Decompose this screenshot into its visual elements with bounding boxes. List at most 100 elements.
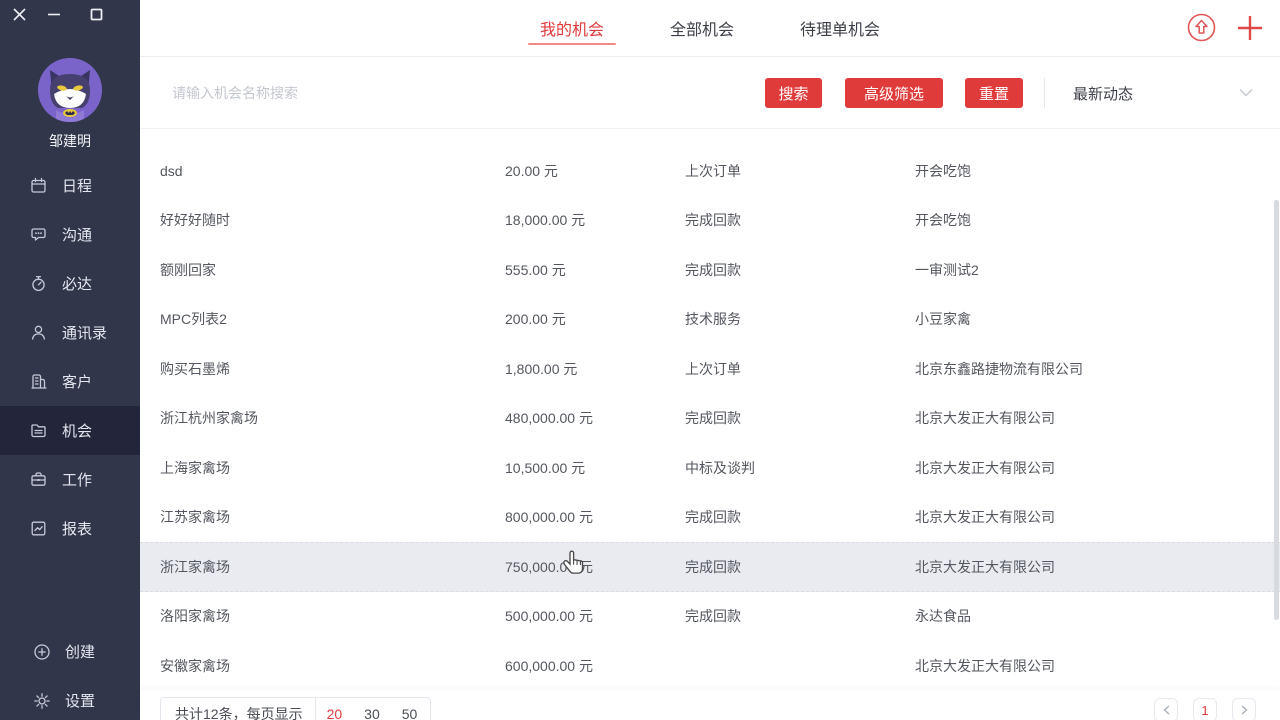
opportunity-amount: 200.00 元 xyxy=(505,309,675,329)
sidebar-item-设置[interactable]: 设置 xyxy=(0,676,140,720)
opportunity-amount: 500,000.00 元 xyxy=(505,606,675,626)
sidebar-item-报表[interactable]: 报表 xyxy=(0,504,140,553)
opportunity-amount: 800,000.00 元 xyxy=(505,507,675,527)
sidebar-menu: 日程沟通必达通讯录客户机会工作报表 xyxy=(0,161,140,553)
table-row[interactable]: MPC列表2200.00 元技术服务小豆家禽 xyxy=(140,295,1280,345)
upload-circle-icon[interactable] xyxy=(1187,13,1216,42)
opportunity-stage: 完成回款 xyxy=(685,507,900,527)
contacts-icon xyxy=(30,324,48,342)
opportunity-name: 好好好随时 xyxy=(160,210,490,230)
plus-icon[interactable] xyxy=(1236,14,1264,42)
opportunity-amount: 480,000.00 元 xyxy=(505,408,675,428)
plus-circle-icon xyxy=(33,643,51,661)
opportunity-name: 浙江家禽场 xyxy=(160,557,490,577)
tab-我的机会[interactable]: 我的机会 xyxy=(528,0,616,56)
search-input[interactable]: 请输入机会名称搜索 xyxy=(172,83,592,103)
opportunity-name: MPC列表2 xyxy=(160,309,490,329)
tab-bar: 我的机会全部机会待理单机会 xyxy=(528,0,892,56)
report-icon xyxy=(30,520,48,538)
opportunity-stage: 完成回款 xyxy=(685,606,900,626)
table-row[interactable]: 江苏家禽场800,000.00 元完成回款北京大发正大有限公司 xyxy=(140,493,1280,543)
filter-button-搜索[interactable]: 搜索 xyxy=(765,78,822,108)
current-page-button[interactable]: 1 xyxy=(1193,698,1217,720)
opportunity-customer: 北京大发正大有限公司 xyxy=(915,656,1265,676)
sidebar-item-label: 机会 xyxy=(62,420,92,441)
minimize-icon[interactable] xyxy=(46,6,62,22)
page-size-option-30[interactable]: 30 xyxy=(353,706,391,720)
table-row[interactable]: 安徽家禽场600,000.00 元北京大发正大有限公司 xyxy=(140,641,1280,691)
chevron-down-icon xyxy=(1239,84,1253,102)
filter-button-高级筛选[interactable]: 高级筛选 xyxy=(845,78,943,108)
table-row[interactable]: 上海家禽场 10,500.00 元中标及谈判北京大发正大有限公司 xyxy=(140,443,1280,493)
opportunity-name: 购买石墨烯 xyxy=(160,359,490,379)
sidebar-item-沟通[interactable]: 沟通 xyxy=(0,210,140,259)
opportunity-customer: 北京大发正大有限公司 xyxy=(915,408,1265,428)
opportunity-customer: 开会吃饱 xyxy=(915,210,1265,230)
table-row[interactable]: 浙江家禽场750,000.00 元完成回款北京大发正大有限公司 xyxy=(140,542,1280,592)
opportunity-amount: 18,000.00 元 xyxy=(505,210,675,230)
opportunity-stage: 完成回款 xyxy=(685,408,900,428)
opportunity-name: 浙江杭州家禽场 xyxy=(160,408,490,428)
table-row[interactable]: 购买石墨烯 1,800.00 元上次订单北京东鑫路捷物流有限公司 xyxy=(140,344,1280,394)
window-controls xyxy=(0,0,140,28)
opportunity-name: 额刚回家 xyxy=(160,260,490,280)
opportunity-name: dsd xyxy=(160,163,490,179)
gear-icon xyxy=(33,692,51,710)
table-row[interactable]: 额刚回家555.00 元完成回款一审测试2 xyxy=(140,245,1280,295)
opportunity-customer: 一审测试2 xyxy=(915,260,1265,280)
table-row[interactable]: 好好好随时18,000.00 元完成回款开会吃饱 xyxy=(140,196,1280,246)
user-name: 邹建明 xyxy=(0,131,140,151)
table-row[interactable]: dsd20.00 元上次订单开会吃饱 xyxy=(140,146,1280,196)
sidebar-item-必达[interactable]: 必达 xyxy=(0,259,140,308)
sidebar-item-机会[interactable]: 机会 xyxy=(0,406,140,455)
opportunity-amount: 555.00 元 xyxy=(505,260,675,280)
sidebar-item-工作[interactable]: 工作 xyxy=(0,455,140,504)
page-size-option-20[interactable]: 20 xyxy=(316,706,354,720)
sidebar-item-label: 日程 xyxy=(62,175,92,196)
opportunity-customer: 开会吃饱 xyxy=(915,161,1265,181)
opportunity-customer: 北京大发正大有限公司 xyxy=(915,458,1265,478)
next-page-button[interactable] xyxy=(1232,698,1256,720)
top-header: 我的机会全部机会待理单机会 xyxy=(140,0,1280,57)
page-size-option-50[interactable]: 50 xyxy=(391,706,429,720)
opportunity-stage: 上次订单 xyxy=(685,359,900,379)
batman-cat-avatar xyxy=(38,58,102,122)
opportunity-customer: 北京东鑫路捷物流有限公司 xyxy=(915,359,1265,379)
sidebar: 邹建明 日程沟通必达通讯录客户机会工作报表 创建设置 xyxy=(0,0,140,720)
table-row[interactable]: 浙江杭州家禽场 480,000.00 元完成回款北京大发正大有限公司 xyxy=(140,394,1280,444)
filter-buttons: 搜索高级筛选重置 xyxy=(765,78,1023,108)
opportunity-customer: 北京大发正大有限公司 xyxy=(915,507,1265,527)
briefcase-icon xyxy=(30,471,48,489)
page-size-options: 203050 xyxy=(316,706,429,720)
calendar-icon xyxy=(30,177,48,195)
sidebar-item-label: 必达 xyxy=(62,273,92,294)
tab-待理单机会[interactable]: 待理单机会 xyxy=(788,0,892,56)
customer-icon xyxy=(30,373,48,391)
sort-dropdown[interactable]: 最新动态 xyxy=(1073,83,1253,104)
sidebar-item-客户[interactable]: 客户 xyxy=(0,357,140,406)
opportunity-name: 上海家禽场 xyxy=(160,458,490,478)
sidebar-item-label: 通讯录 xyxy=(62,322,107,343)
table-row[interactable]: 洛阳家禽场500,000.00 元完成回款永达食品 xyxy=(140,592,1280,642)
pagination-bar: 共计12条，每页显示 203050 1 xyxy=(140,690,1280,720)
sidebar-item-日程[interactable]: 日程 xyxy=(0,161,140,210)
opportunity-stage: 中标及谈判 xyxy=(685,458,900,478)
close-icon[interactable] xyxy=(11,6,27,22)
sidebar-item-通讯录[interactable]: 通讯录 xyxy=(0,308,140,357)
chat-icon xyxy=(30,226,48,244)
divider xyxy=(1044,78,1045,108)
sidebar-item-label: 沟通 xyxy=(62,224,92,245)
opportunity-amount: 10,500.00 元 xyxy=(505,458,675,478)
filter-button-重置[interactable]: 重置 xyxy=(965,78,1023,108)
opportunity-name: 洛阳家禽场 xyxy=(160,606,490,626)
sidebar-item-创建[interactable]: 创建 xyxy=(0,627,140,676)
prev-page-button[interactable] xyxy=(1154,698,1178,720)
maximize-icon[interactable] xyxy=(88,6,104,22)
main-panel: 我的机会全部机会待理单机会 请输入机会名称搜索 搜索高级筛选重置 最新动态 xyxy=(140,0,1280,720)
opportunity-stage: 完成回款 xyxy=(685,557,900,577)
opportunity-customer: 北京大发正大有限公司 xyxy=(915,557,1265,577)
opportunity-icon xyxy=(30,422,48,440)
vertical-scrollbar[interactable] xyxy=(1274,200,1279,620)
opportunity-amount: 1,800.00 元 xyxy=(505,359,675,379)
tab-全部机会[interactable]: 全部机会 xyxy=(658,0,746,56)
